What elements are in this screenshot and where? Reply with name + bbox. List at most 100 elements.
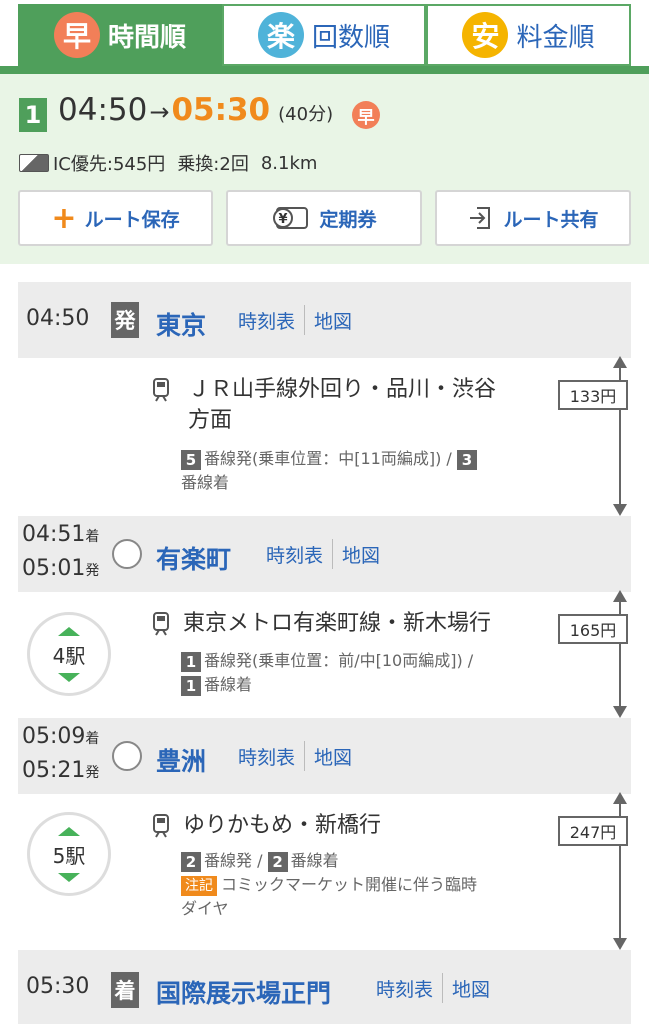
station-name[interactable]: 東京 bbox=[156, 306, 206, 342]
station-row-kokusai-tenjijo-seimon: 05:30 着 国際展示場正門 時刻表 地図 bbox=[18, 950, 631, 1024]
fast-badge-icon: 早 bbox=[53, 12, 100, 58]
timetable-link[interactable]: 時刻表 bbox=[266, 541, 323, 568]
map-link[interactable]: 地図 bbox=[314, 307, 352, 334]
easy-badge-icon: 楽 bbox=[257, 12, 304, 58]
platform-text: 番線発 / bbox=[204, 851, 268, 870]
arrow-down-icon bbox=[613, 938, 627, 950]
station-links: 時刻表 地図 bbox=[266, 539, 380, 569]
cheap-badge-icon: 安 bbox=[462, 12, 509, 58]
platform-number: 1 bbox=[181, 675, 201, 696]
arrow-up-icon bbox=[613, 590, 627, 602]
route-times: 04:50 → 05:30 (40分) bbox=[58, 92, 333, 128]
share-route-button[interactable]: ルート共有 bbox=[435, 190, 631, 246]
arrive-time: 05:30 bbox=[171, 92, 271, 128]
stop-count[interactable]: 5駅 bbox=[27, 812, 111, 896]
arrive-badge: 着 bbox=[111, 972, 139, 1008]
train-icon bbox=[153, 612, 169, 636]
transfer-count: 乗換:2回 bbox=[177, 154, 249, 175]
sort-tabs: 早 時間順 楽 回数順 安 料金順 bbox=[0, 0, 649, 78]
timetable-link[interactable]: 時刻表 bbox=[238, 307, 295, 334]
note-text: コミックマーケット開催に伴う臨時 bbox=[221, 875, 478, 894]
arrow-up-icon bbox=[613, 792, 627, 804]
station-time: 05:30 bbox=[26, 974, 90, 999]
station-row-tokyo: 04:50 発 東京 時刻表 地図 bbox=[18, 282, 631, 358]
map-link[interactable]: 地図 bbox=[314, 743, 352, 770]
route-summary: 1 04:50 → 05:30 (40分) 早 IC優先:545円 乗換:2回 … bbox=[0, 74, 649, 264]
tab-fastest[interactable]: 早 時間順 bbox=[18, 4, 222, 66]
yen-symbol: ¥ bbox=[279, 212, 288, 227]
map-link[interactable]: 地図 bbox=[452, 975, 490, 1002]
station-links: 時刻表 地図 bbox=[376, 973, 490, 1003]
map-link[interactable]: 地図 bbox=[342, 541, 380, 568]
arrow-down-icon bbox=[613, 504, 627, 516]
station-row-yurakucho: 04:51着 05:01発 有楽町 時刻表 地図 bbox=[18, 516, 631, 592]
expand-up-icon bbox=[58, 626, 80, 636]
station-arrive-time: 05:09着 bbox=[22, 724, 100, 749]
tab-label: 回数順 bbox=[311, 22, 390, 53]
expand-down-icon bbox=[58, 672, 80, 682]
fare-box: 165円 bbox=[558, 614, 628, 644]
platform-info: 5 番線発(乗車位置：中[11両編成]) / 3 番線着 bbox=[181, 447, 561, 495]
train-name[interactable]: 東京メトロ有楽町線・新木場行 bbox=[183, 608, 491, 639]
platform-number: 3 bbox=[456, 449, 477, 470]
plus-icon: + bbox=[51, 200, 77, 236]
platform-number: 1 bbox=[181, 651, 201, 672]
ticket-icon: ¥ bbox=[273, 207, 309, 229]
station-depart-time: 05:01発 bbox=[22, 556, 100, 581]
save-route-button[interactable]: + ルート保存 bbox=[18, 190, 213, 246]
expand-down-icon bbox=[58, 872, 80, 882]
platform-number: 2 bbox=[181, 851, 201, 872]
platform-text: 番線着 bbox=[290, 851, 339, 870]
route-number: 1 bbox=[19, 98, 47, 132]
station-dot bbox=[112, 741, 142, 771]
arrow-down-icon bbox=[613, 706, 627, 718]
station-time: 04:50 bbox=[26, 306, 90, 331]
timetable-link[interactable]: 時刻表 bbox=[376, 975, 433, 1002]
tab-easiest[interactable]: 楽 回数順 bbox=[222, 4, 426, 66]
tab-label: 時間順 bbox=[107, 22, 186, 53]
platform-text: 番線着 bbox=[181, 473, 230, 492]
duration: (40分) bbox=[278, 104, 334, 125]
arrow: → bbox=[149, 98, 170, 126]
train-name[interactable]: ゆりかもめ・新橋行 bbox=[183, 810, 381, 841]
station-name[interactable]: 豊洲 bbox=[156, 742, 206, 778]
save-route-label: ルート保存 bbox=[84, 208, 180, 231]
route-meta: IC優先:545円 乗換:2回 8.1km bbox=[19, 150, 317, 176]
platform-text: 番線着 bbox=[204, 675, 253, 694]
station-name[interactable]: 有楽町 bbox=[156, 540, 231, 576]
segment-yurikamome: 5駅 ゆりかもめ・新橋行 2 番線発 / 2 番線着 注記 コミックマーケット開催に伴… bbox=[18, 794, 631, 950]
station-links: 時刻表 地図 bbox=[238, 305, 352, 335]
share-route-label: ルート共有 bbox=[503, 208, 599, 231]
segment-metro: 4駅 東京メトロ有楽町線・新木場行 1 番線発(乗車位置：前/中[10両編成]) … bbox=[18, 592, 631, 718]
ic-fare: IC優先:545円 bbox=[53, 154, 166, 175]
stop-count[interactable]: 4駅 bbox=[27, 612, 111, 696]
expand-up-icon bbox=[58, 826, 80, 836]
depart-badge: 発 bbox=[111, 302, 139, 338]
commuter-pass-button[interactable]: ¥ 定期券 bbox=[226, 190, 422, 246]
station-dot bbox=[112, 539, 142, 569]
share-icon bbox=[470, 207, 491, 229]
train-name-line1: ＪＲ山手線外回り・品川・渋谷 bbox=[188, 377, 497, 402]
fast-badge-icon: 早 bbox=[352, 101, 380, 129]
distance: 8.1km bbox=[260, 152, 318, 174]
timetable-link[interactable]: 時刻表 bbox=[238, 743, 295, 770]
platform-text: 番線発(乗車位置：前/中[10両編成]) / bbox=[204, 651, 474, 670]
train-name[interactable]: ＪＲ山手線外回り・品川・渋谷 方面 bbox=[188, 374, 496, 436]
fare-box: 247円 bbox=[558, 816, 628, 846]
station-links: 時刻表 地図 bbox=[238, 741, 352, 771]
segment-jr: ＪＲ山手線外回り・品川・渋谷 方面 5 番線発(乗車位置：中[11両編成]) / … bbox=[18, 358, 631, 516]
note-badge: 注記 bbox=[181, 875, 217, 896]
platform-number: 5 bbox=[181, 449, 201, 470]
commuter-pass-label: 定期券 bbox=[319, 208, 377, 231]
platform-info: 1 番線発(乗車位置：前/中[10両編成]) / 1 番線着 bbox=[181, 649, 561, 697]
fare-box: 133円 bbox=[558, 380, 628, 410]
tab-label: 料金順 bbox=[516, 22, 595, 53]
station-row-toyosu: 05:09着 05:21発 豊洲 時刻表 地図 bbox=[18, 718, 631, 794]
platform-text: 番線発(乗車位置：中[11両編成]) / bbox=[204, 449, 457, 468]
train-name-line2: 方面 bbox=[188, 408, 233, 433]
tab-cheapest[interactable]: 安 料金順 bbox=[426, 4, 631, 66]
arrow-up-icon bbox=[613, 356, 627, 368]
stop-count-label: 4駅 bbox=[52, 643, 86, 668]
station-name[interactable]: 国際展示場正門 bbox=[156, 974, 331, 1010]
ic-card-icon bbox=[19, 154, 49, 172]
